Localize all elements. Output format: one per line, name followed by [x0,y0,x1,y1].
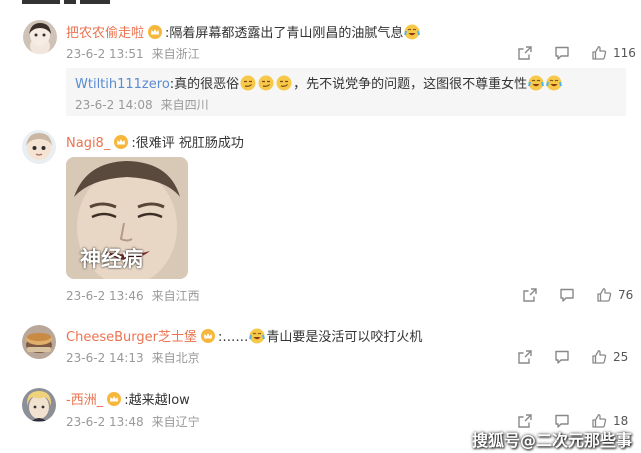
smirk-emoji [276,75,292,91]
reply-text: :真的很恶俗 [169,77,240,92]
share-icon[interactable] [517,349,533,365]
smirk-emoji [258,75,274,91]
comment-header: -西洲_ :越来越low [66,389,190,408]
watermark: 搜狐号@二次元那些事 [472,431,633,450]
like-count: 76 [618,288,634,302]
share-icon[interactable] [517,45,533,61]
username[interactable]: CheeseBurger芝士堡 [66,330,197,345]
crying-laughing-emoji [528,75,545,91]
comment-text-cont: 青山要是没活可以咬打火机 [266,330,423,345]
avatar[interactable] [23,20,57,54]
like-icon[interactable] [591,45,607,61]
crown-badge-icon[interactable] [114,135,129,149]
comment-icon[interactable] [559,287,575,303]
comment-header: CheeseBurger芝士堡 :…… 青山要是没活可以咬打火机 [66,326,422,345]
crying-laughing-emoji [404,24,421,40]
timestamp: 23-6-2 13:51 [66,47,144,61]
sticker-image[interactable]: 神经病 [66,157,188,279]
like-count: 18 [613,414,629,428]
comment-header: Nagi8_ :很难评 祝肛肠成功 [66,132,244,151]
timestamp: 23-6-2 13:46 [66,289,144,303]
avatar[interactable] [22,325,56,359]
location: 来自浙江 [151,47,200,61]
reply-text-cont: ，先不说党争的问题，这图很不尊重女性 [293,77,528,92]
comment-actions: 76 [522,286,633,304]
crown-badge-icon[interactable] [200,329,215,343]
crying-laughing-emoji [546,75,563,91]
comment-icon[interactable] [554,349,570,365]
crown-badge-icon[interactable] [148,25,163,39]
comment-header: 把农农偷走啦 :隔着屏幕都透露出了青山刚昌的油腻气息 [66,22,421,41]
location: 来自辽宁 [151,415,200,429]
comment-meta: 23-6-2 13:46 来自江西 [66,287,200,304]
avatar[interactable] [22,388,56,422]
reply-header: Wtiltih111zero:真的很恶俗 ，先不说党争的问题，这图很不尊重女性 [75,73,563,92]
location: 来自四川 [160,98,209,112]
avatar[interactable] [22,130,56,164]
smirk-emoji [240,75,256,91]
comment-text: :隔着屏幕都透露出了青山刚昌的油腻气息 [165,26,404,41]
timestamp: 23-6-2 14:08 [75,98,153,112]
timestamp: 23-6-2 13:48 [66,415,144,429]
like-count: 116 [613,46,636,60]
reply-username[interactable]: Wtiltih111zero [75,77,170,92]
timestamp: 23-6-2 14:13 [66,351,144,365]
username[interactable]: -西洲_ [66,393,103,408]
like-icon[interactable] [591,349,607,365]
crying-laughing-emoji [249,328,266,344]
comment-meta: 23-6-2 13:51 来自浙江 [66,45,200,62]
comment-icon[interactable] [554,45,570,61]
location: 来自江西 [151,289,200,303]
crown-badge-icon[interactable] [107,392,122,406]
comment-meta: 23-6-2 13:48 来自辽宁 [66,413,200,430]
reply-meta: 23-6-2 14:08 来自四川 [75,96,209,113]
comment-meta: 23-6-2 14:13 来自北京 [66,349,200,366]
comment-text: :越来越low [124,393,190,408]
comment-text: :很难评 祝肛肠成功 [131,136,244,151]
comment-actions: 116 [517,44,636,62]
share-icon[interactable] [522,287,538,303]
location: 来自北京 [151,351,200,365]
previous-comment-fragment [0,0,641,5]
comment-text: :…… [217,330,249,345]
like-count: 25 [613,350,629,364]
sticker-caption: 神经病 [80,247,143,271]
like-icon[interactable] [596,287,612,303]
username[interactable]: 把农农偷走啦 [66,26,144,41]
username[interactable]: Nagi8_ [66,136,110,151]
comment-actions: 25 [517,348,628,366]
